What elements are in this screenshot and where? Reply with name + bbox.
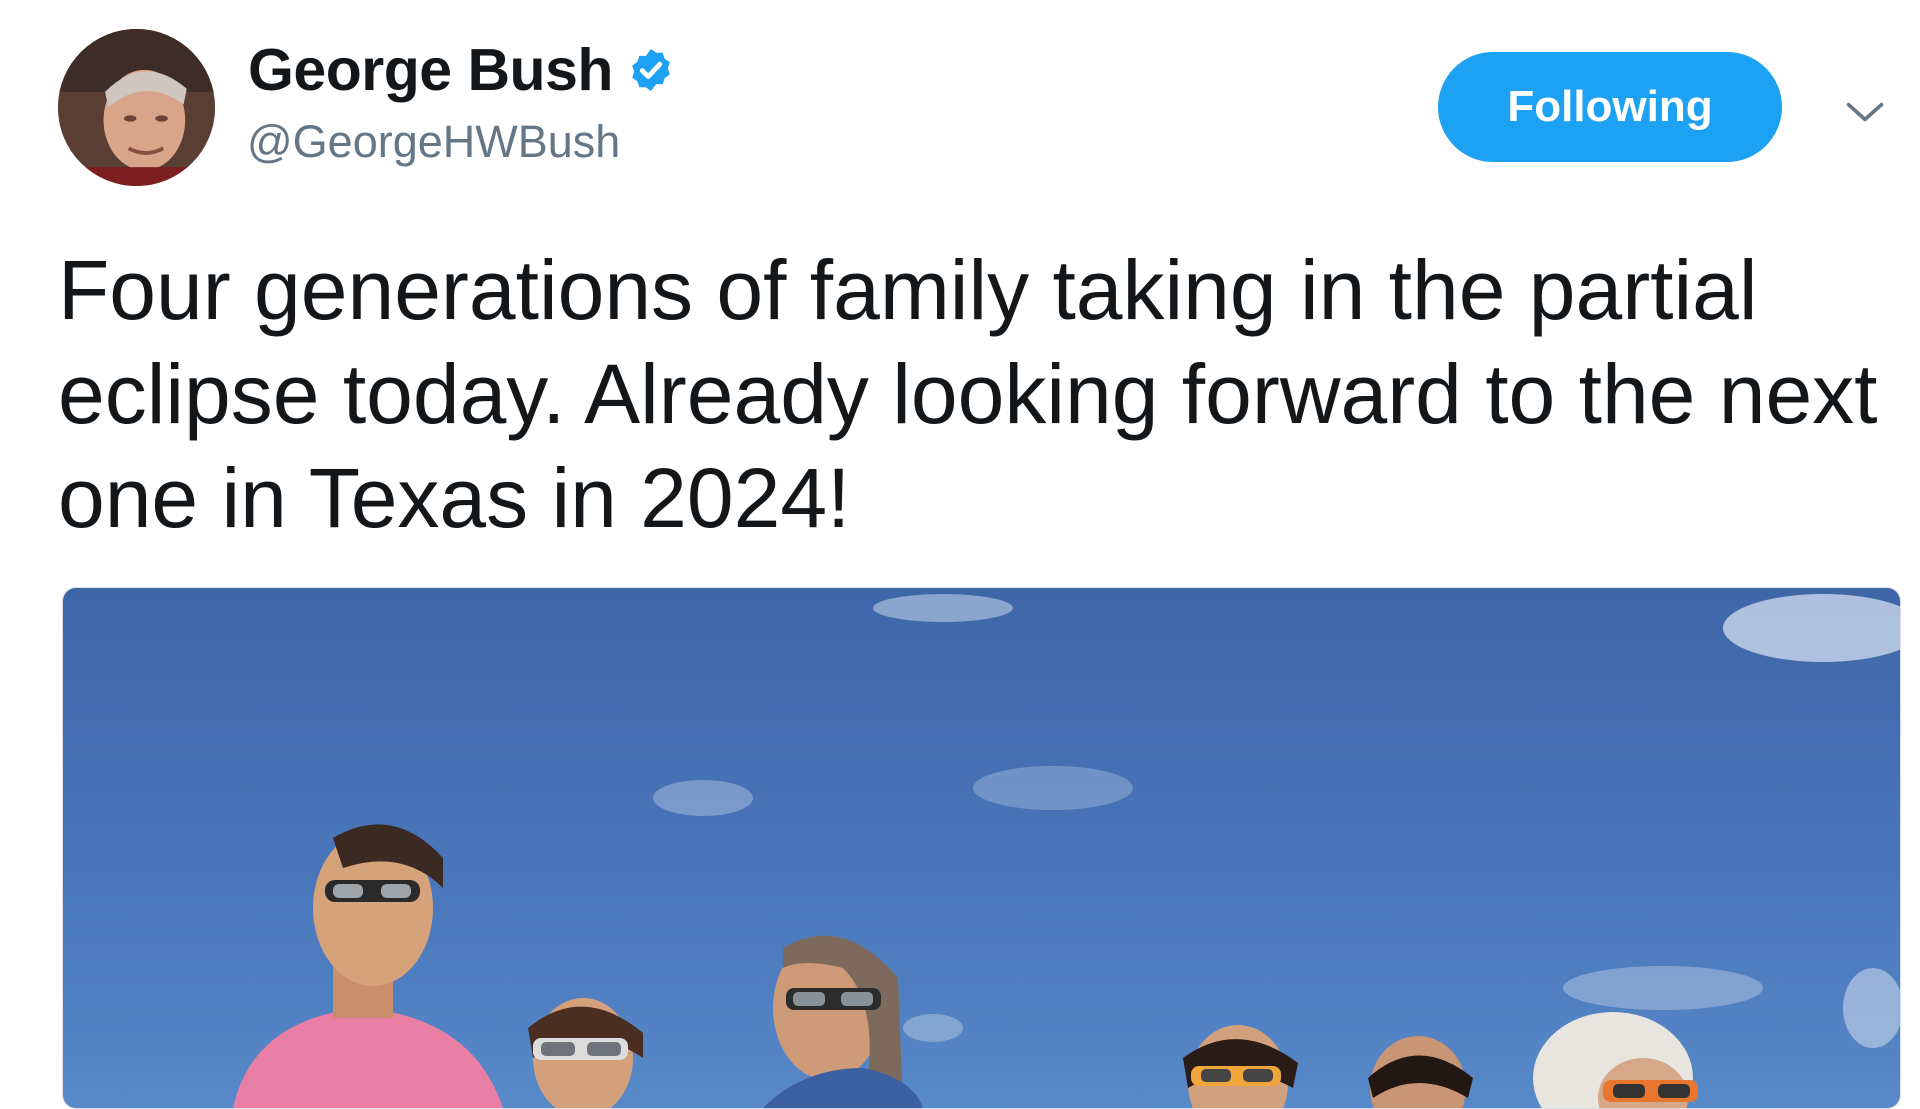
tweet-photo[interactable]	[62, 587, 1901, 1109]
verified-badge-icon	[627, 46, 675, 94]
avatar-photo-icon	[58, 29, 215, 186]
following-button[interactable]: Following	[1438, 52, 1782, 162]
author-display-name[interactable]: George Bush	[248, 36, 613, 104]
author-name-row: George Bush	[248, 36, 675, 104]
chevron-down-icon[interactable]	[1843, 90, 1887, 134]
eclipse-family-photo	[63, 588, 1900, 1108]
author-avatar[interactable]	[58, 29, 215, 186]
author-handle[interactable]: @GeorgeHWBush	[247, 116, 620, 168]
tweet-card: George Bush @GeorgeHWBush Following Four…	[0, 0, 1920, 1109]
tweet-text: Four generations of family taking in the…	[58, 243, 1878, 545]
